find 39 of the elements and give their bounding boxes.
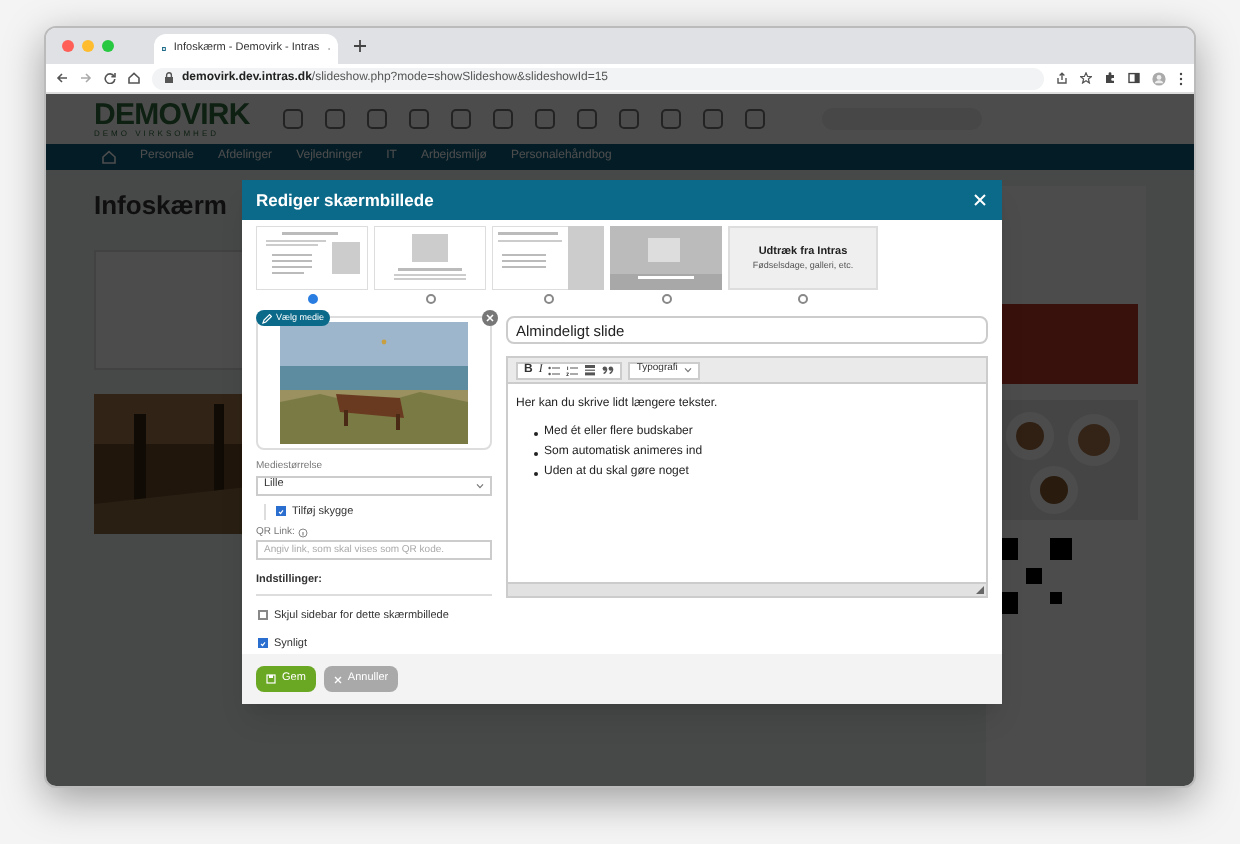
edit-icon bbox=[262, 313, 272, 323]
back-icon bbox=[56, 72, 68, 84]
more-icon bbox=[1178, 71, 1184, 85]
layout-thumbnail[interactable] bbox=[492, 226, 604, 290]
lock-icon bbox=[164, 72, 174, 84]
checkbox[interactable] bbox=[258, 638, 268, 649]
quote-icon bbox=[602, 366, 615, 374]
sidebar-icon bbox=[1128, 72, 1140, 84]
remove-button[interactable] bbox=[482, 310, 498, 326]
page-heading: Infoskærm bbox=[94, 188, 227, 224]
radio-button[interactable] bbox=[798, 294, 808, 304]
home-icon bbox=[128, 72, 140, 84]
dialog-title: Rediger skærmbillede bbox=[256, 187, 434, 213]
radio-button[interactable] bbox=[307, 294, 317, 304]
numbered-list-icon bbox=[566, 365, 579, 375]
checkbox[interactable] bbox=[276, 506, 286, 517]
profile-icon bbox=[1152, 71, 1166, 85]
radio-button[interactable] bbox=[661, 294, 671, 304]
layout-thumbnail[interactable] bbox=[374, 226, 486, 290]
resize-handle-icon bbox=[976, 586, 984, 594]
caret-icon bbox=[683, 366, 692, 374]
info-icon bbox=[298, 528, 309, 538]
layout-thumbnail[interactable] bbox=[256, 226, 368, 290]
new-tab-icon bbox=[354, 40, 366, 52]
close-button[interactable] bbox=[972, 192, 988, 208]
share-icon bbox=[1056, 72, 1068, 84]
star-icon bbox=[1080, 72, 1092, 84]
checkbox[interactable] bbox=[258, 610, 268, 621]
horizontal-rule-icon bbox=[584, 364, 597, 376]
radio-button[interactable] bbox=[425, 294, 435, 304]
save-icon bbox=[266, 674, 276, 684]
radio-button[interactable] bbox=[543, 294, 553, 304]
logo-text: DEMOVIRK bbox=[94, 100, 250, 130]
layout-thumbnail[interactable] bbox=[610, 226, 722, 290]
forward-icon bbox=[80, 72, 92, 84]
caret-icon bbox=[476, 481, 484, 489]
bullet-list-icon bbox=[548, 365, 561, 375]
extensions-icon bbox=[1104, 72, 1116, 84]
reload-icon bbox=[104, 72, 116, 84]
